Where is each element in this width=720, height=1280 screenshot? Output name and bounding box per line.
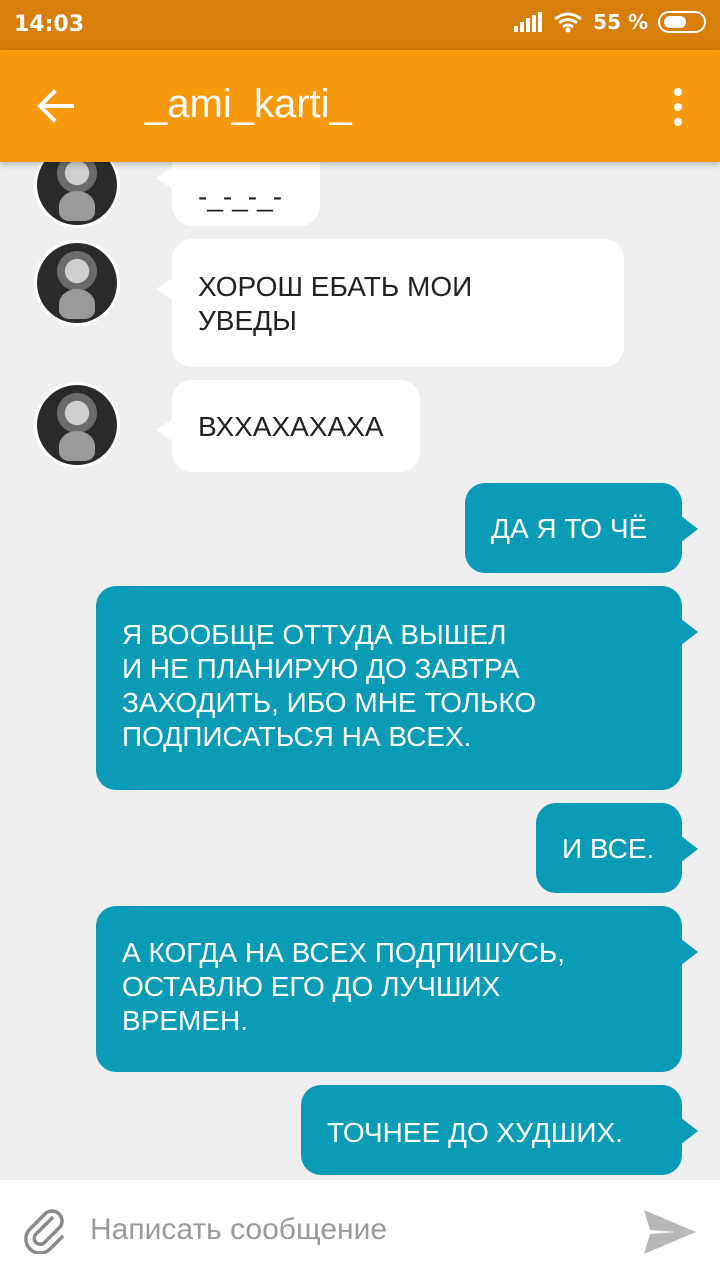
- message-outgoing[interactable]: А КОГДА НА ВСЕХ ПОДПИШУСЬ, ОСТАВЛЮ ЕГО Д…: [96, 906, 698, 1072]
- message-incoming[interactable]: ВХХАХАХАХА: [156, 380, 420, 472]
- message-incoming[interactable]: -_-_-_-: [156, 162, 320, 226]
- message-text: И ВСЕ.: [562, 833, 655, 864]
- arrow-left-icon[interactable]: [36, 88, 76, 124]
- message-outgoing[interactable]: ТОЧНЕЕ ДО ХУДШИХ.: [301, 1085, 698, 1175]
- message-text-line: ЗАХОДИТЬ, ИБО МНЕ ТОЛЬКО: [122, 687, 537, 718]
- status-time: 14:03: [14, 12, 85, 37]
- status-indicators: 55 %: [513, 10, 706, 34]
- status-bar: 14:03 55 %: [0, 0, 720, 50]
- battery-icon: [658, 11, 706, 33]
- message-text-line: УВЕДЫ: [198, 305, 297, 336]
- paperclip-icon[interactable]: [22, 1206, 70, 1254]
- app-bar: _ami_karti_: [0, 50, 720, 162]
- message-text: ТОЧНЕЕ ДО ХУДШИХ.: [327, 1117, 623, 1148]
- message-outgoing[interactable]: И ВСЕ.: [536, 803, 698, 893]
- more-vertical-icon[interactable]: [672, 88, 684, 126]
- conversation-title: _ami_karti_: [145, 82, 352, 126]
- avatar[interactable]: [34, 382, 120, 468]
- message-text-line: ВРЕМЕН.: [122, 1005, 249, 1036]
- message-text: ВХХАХАХАХА: [198, 411, 384, 442]
- message-list[interactable]: -_-_-_- ХОРОШ ЕБАТЬ МОИ УВЕДЫ ВХХАХАХАХА…: [0, 162, 720, 1180]
- signal-icon: [514, 12, 543, 32]
- wifi-icon: [554, 12, 583, 33]
- avatar[interactable]: [34, 240, 120, 326]
- message-text-line: И НЕ ПЛАНИРУЮ ДО ЗАВТРА: [122, 653, 520, 684]
- message-text-line: ОСТАВЛЮ ЕГО ДО ЛУЧШИХ: [122, 971, 501, 1002]
- message-text-line: ХОРОШ ЕБАТЬ МОИ: [198, 271, 473, 302]
- message-incoming[interactable]: ХОРОШ ЕБАТЬ МОИ УВЕДЫ: [156, 239, 624, 367]
- message-input[interactable]: [90, 1208, 610, 1252]
- message-text-line: ПОДПИСАТЬСЯ НА ВСЕХ.: [122, 721, 472, 752]
- message-text-line: А КОГДА НА ВСЕХ ПОДПИШУСЬ,: [122, 937, 566, 968]
- battery-percent: 55 %: [593, 10, 648, 34]
- message-text: -_-_-_-: [198, 181, 283, 212]
- avatar[interactable]: [34, 162, 120, 228]
- message-outgoing[interactable]: Я ВООБЩЕ ОТТУДА ВЫШЕЛ И НЕ ПЛАНИРУЮ ДО З…: [96, 586, 698, 790]
- send-icon[interactable]: [642, 1208, 698, 1256]
- message-composer: [0, 1180, 720, 1280]
- message-outgoing[interactable]: ДА Я ТО ЧЁ: [465, 483, 698, 573]
- message-text: ДА Я ТО ЧЁ: [491, 513, 648, 544]
- message-text-line: Я ВООБЩЕ ОТТУДА ВЫШЕЛ: [122, 619, 507, 650]
